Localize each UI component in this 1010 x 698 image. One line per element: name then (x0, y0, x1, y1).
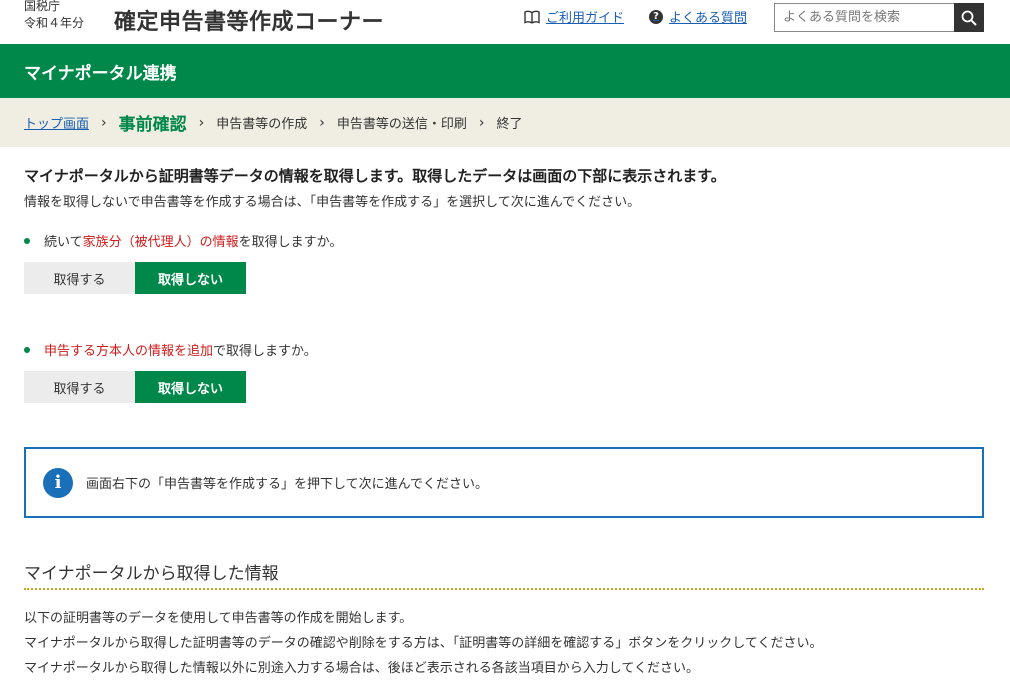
question-self: 申告する方本人の情報を追加 で取得しますか。 (24, 340, 317, 359)
section-paragraph-3: マイナポータルから取得した情報以外に別途入力する場合は、後ほど表示される各該当項… (24, 661, 699, 676)
info-icon: i (43, 467, 73, 498)
q2-highlight: 申告する方本人の情報を追加 (44, 344, 214, 359)
step-send-print: 申告書等の送信・印刷 (336, 117, 467, 132)
intro-sub: 情報を取得しないで申告書等を作成する場合は、「申告書等を作成する」を選択して次に… (24, 195, 641, 210)
bullet-dot (24, 346, 30, 353)
q1-prefix: 続いて (44, 235, 83, 250)
search-input[interactable] (774, 3, 955, 32)
q2-suffix: で取得しますか。 (213, 344, 317, 359)
band-title: マイナポータル連携 (24, 64, 177, 84)
chevron-right-icon: › (478, 114, 485, 131)
step-create: 申告書等の作成 (216, 117, 308, 132)
q1-suffix: を取得しますか。 (238, 235, 343, 250)
chevron-right-icon: › (198, 114, 205, 131)
agency-label: 国税庁 令和４年分 (24, 0, 84, 32)
step-pre-check: 事前確認 (118, 115, 187, 135)
question-family: 続いて 家族分（被代理人）の情報 を取得しますか。 (24, 231, 342, 250)
step-finish: 終了 (496, 117, 523, 132)
bullet-dot (24, 237, 30, 244)
section-paragraph-2: マイナポータルから取得した証明書等のデータの確認や削除をする方は、「証明書等の詳… (24, 636, 823, 651)
guide-link-label: ご利用ガイド (546, 11, 625, 26)
faq-link[interactable]: ? よくある質問 (649, 7, 747, 26)
q1-highlight: 家族分（被代理人）の情報 (82, 235, 239, 250)
section-divider (24, 588, 984, 590)
faq-link-label: よくある質問 (669, 11, 748, 26)
section-title: マイナポータルから取得した情報 (24, 564, 279, 584)
chevron-right-icon: › (319, 114, 325, 131)
guide-link[interactable]: ご利用ガイド (524, 7, 624, 26)
q2-toggle: 取得する 取得しない (24, 371, 246, 403)
q1-yes-button[interactable]: 取得する (24, 262, 135, 294)
step-top[interactable]: トップ画面 (24, 113, 89, 132)
q2-yes-button[interactable]: 取得する (24, 371, 135, 403)
chevron-right-icon: › (101, 114, 107, 131)
q2-no-button[interactable]: 取得しない (135, 371, 246, 403)
agency-name: 国税庁 (24, 0, 61, 13)
fiscal-year: 令和４年分 (24, 16, 85, 30)
search-icon (961, 10, 977, 26)
section-paragraph-1: 以下の証明書等のデータを使用して申告書等の作成を開始します。 (24, 611, 413, 626)
site-header: 国税庁 令和４年分 確定申告書等作成コーナー ご利用ガイド ? よくある質問 (0, 0, 1010, 44)
info-text: 画面右下の「申告書等を作成する」を押下して次に進んでください。 (86, 477, 488, 492)
question-icon: ? (649, 9, 663, 24)
q1-no-button[interactable]: 取得しない (135, 262, 246, 294)
q1-toggle: 取得する 取得しない (24, 262, 246, 294)
site-title[interactable]: 確定申告書等作成コーナー (114, 4, 384, 36)
search-button[interactable] (954, 3, 984, 32)
intro-lead: マイナポータルから証明書等データの情報を取得します。取得したデータは画面の下部に… (24, 167, 726, 185)
book-icon (524, 10, 540, 24)
progress-steps: トップ画面 › 事前確認 › 申告書等の作成 › 申告書等の送信・印刷 › 終了 (0, 98, 1010, 147)
section-band: マイナポータル連携 (0, 44, 1010, 98)
info-box: i 画面右下の「申告書等を作成する」を押下して次に進んでください。 (24, 447, 984, 518)
